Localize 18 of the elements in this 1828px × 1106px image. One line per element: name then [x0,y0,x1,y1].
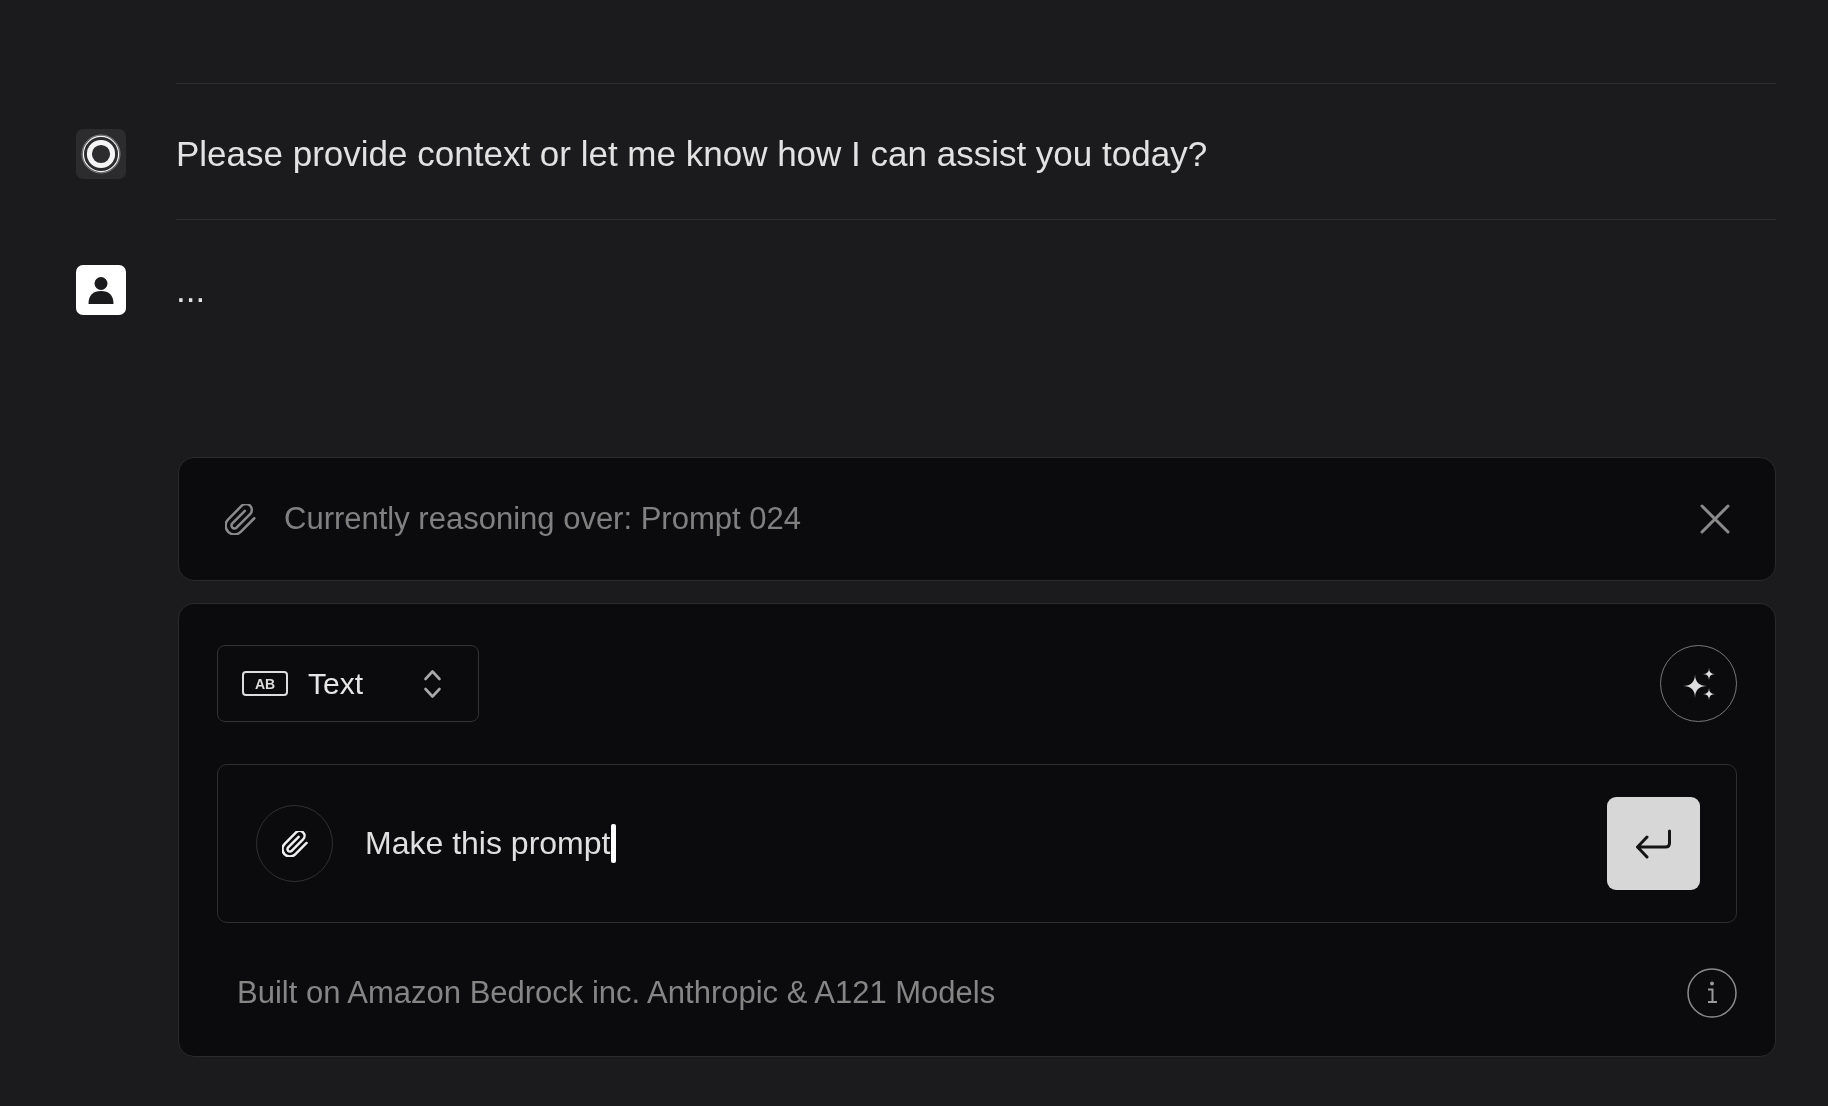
bot-avatar-icon [76,129,126,179]
paperclip-icon [225,503,256,535]
return-arrow-icon [1635,828,1672,859]
send-button[interactable] [1607,797,1700,890]
message-text: ... [176,269,206,311]
info-button[interactable] [1687,968,1737,1018]
message-text: Please provide context or let me know how I can assist you today? [176,133,1208,175]
footer-note: Built on Amazon Bedrock inc. Anthropic & A121 Models [237,974,996,1012]
attachment-label: Currently reasoning over: Prompt 024 [284,500,801,538]
close-button[interactable] [1700,504,1730,534]
message-input-field[interactable]: Make this prompt [365,813,1583,874]
user-avatar-icon [76,265,126,315]
mode-select[interactable]: AB Text [217,645,479,722]
paperclip-icon [281,830,308,857]
text-mode-icon: AB [242,671,288,696]
close-icon [1700,504,1730,534]
up-down-chevron-icon [423,667,442,700]
info-icon [1687,968,1737,1018]
